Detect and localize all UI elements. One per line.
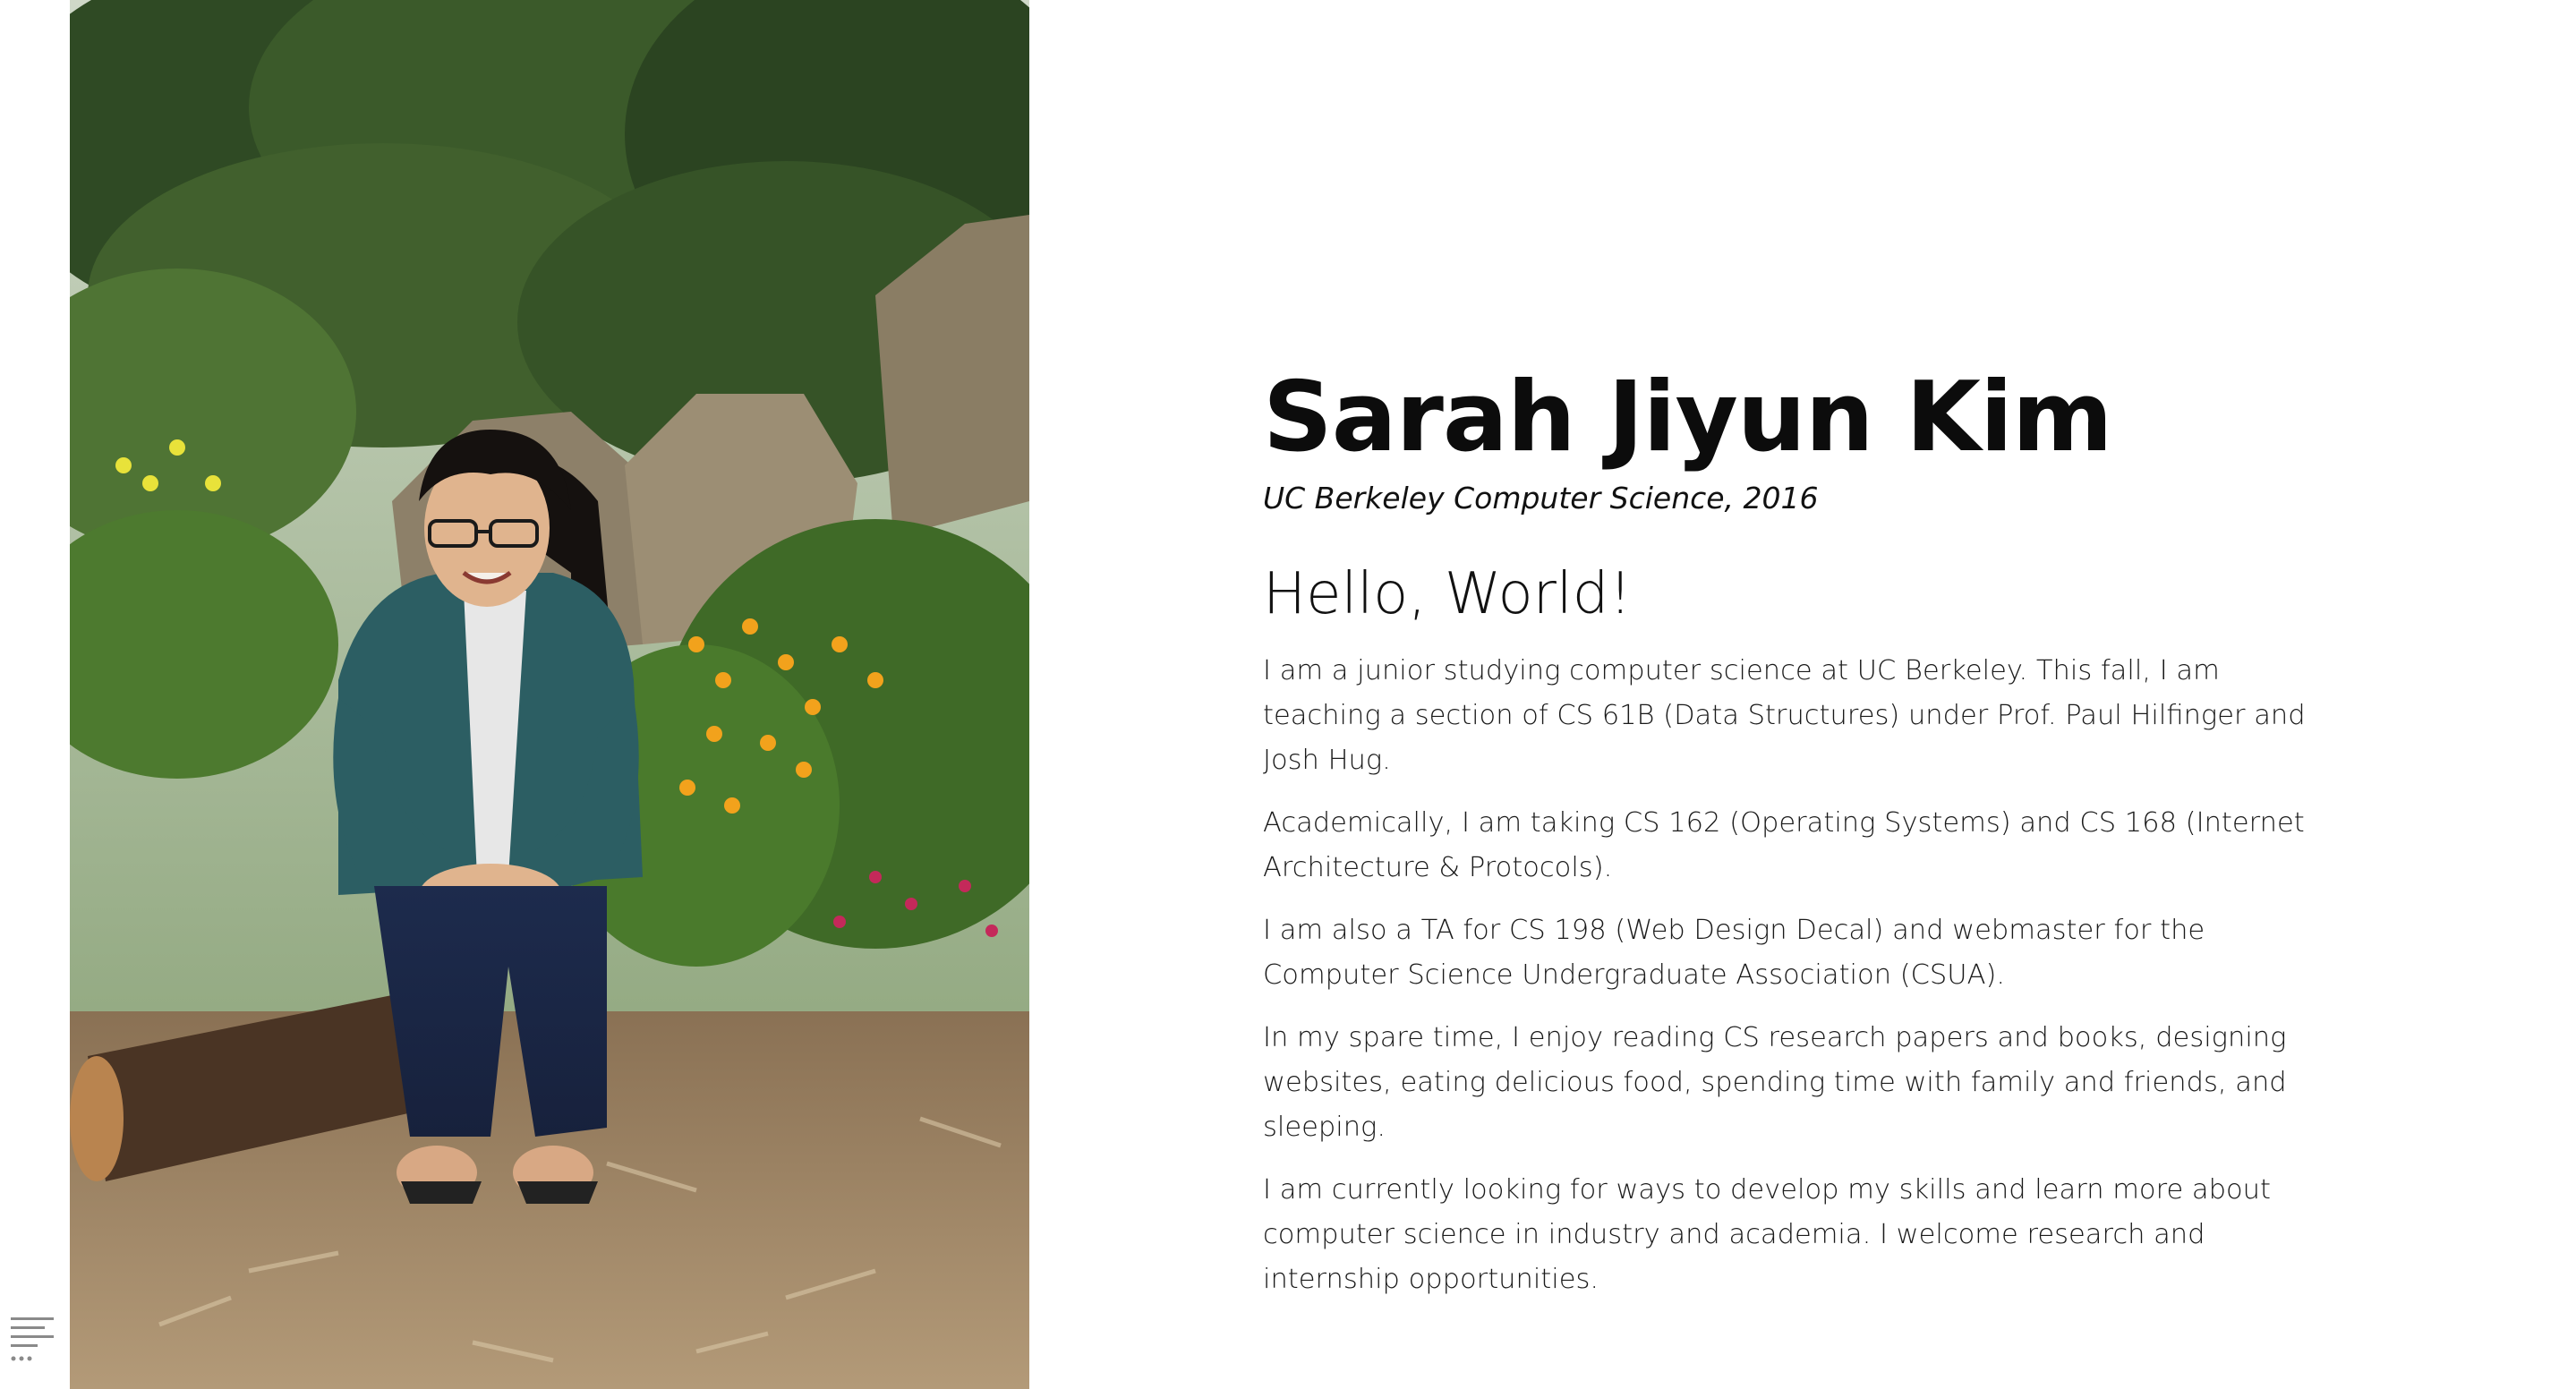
- page-title: Sarah Jiyun Kim: [1263, 362, 2113, 473]
- bio-paragraph: I am a junior studying computer science …: [1263, 655, 2306, 776]
- menu-lines-icon: [11, 1317, 54, 1361]
- subtitle: UC Berkeley Computer Science, 2016: [1263, 481, 1819, 516]
- bio-paragraph: I am currently looking for ways to devel…: [1263, 1174, 2271, 1295]
- bio-paragraph: In my spare time, I enjoy reading CS res…: [1263, 1022, 2287, 1143]
- bio-paragraph: I am also a TA for CS 198 (Web Design De…: [1263, 915, 2205, 991]
- portrait-photo: [70, 0, 1029, 1389]
- page: Sarah Jiyun Kim UC Berkeley Computer Sci…: [0, 0, 2576, 1389]
- greeting-heading: Hello, World!: [1263, 561, 1632, 627]
- intro-section: Sarah Jiyun Kim UC Berkeley Computer Sci…: [1263, 362, 2346, 1320]
- sidebar-gutter: [0, 0, 70, 1389]
- menu-toggle-button[interactable]: [9, 1316, 57, 1368]
- bio-paragraph: Academically, I am taking CS 162 (Operat…: [1263, 807, 2305, 883]
